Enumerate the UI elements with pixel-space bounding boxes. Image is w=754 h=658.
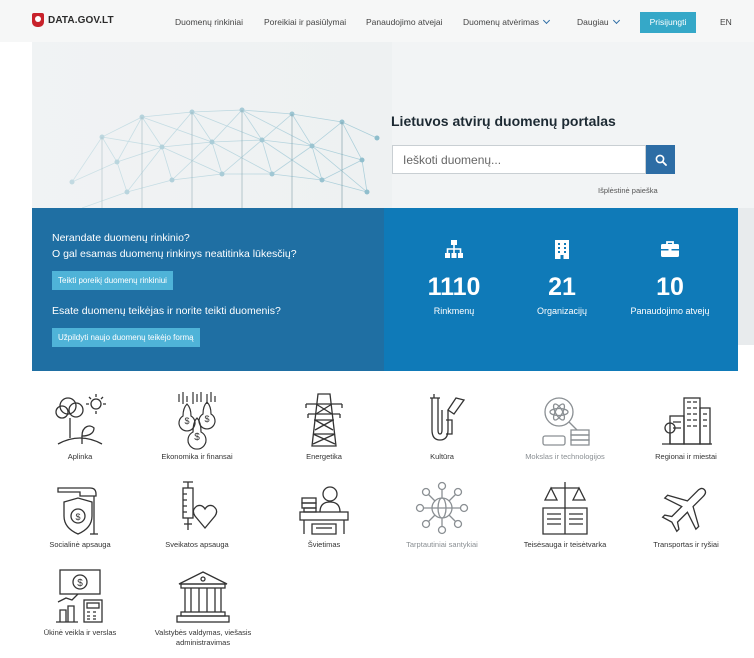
chevron-down-icon	[543, 16, 551, 25]
category-justice[interactable]: Teisėsauga ir teisėtvarka	[509, 478, 621, 550]
svg-text:$: $	[194, 432, 200, 443]
globe-network-icon	[415, 481, 469, 535]
chevron-down-icon	[612, 16, 620, 25]
justice-icon	[542, 482, 588, 535]
category-transport[interactable]: Transportas ir ryšiai	[630, 478, 742, 550]
network-illustration	[32, 42, 392, 208]
submit-dataset-request-button[interactable]: Teikti poreikį duomenų rinkiniui	[52, 271, 173, 290]
stat-use-cases[interactable]: 10 Panaudojimo atvejų	[622, 238, 718, 318]
language-switch[interactable]: EN	[720, 17, 732, 27]
coat-of-arms-icon	[32, 13, 44, 27]
category-environment[interactable]: Aplinka	[24, 390, 136, 462]
stat-label: Panaudojimo atvejų	[630, 306, 710, 316]
advanced-search-link[interactable]: Išplėstinė paieška	[598, 186, 658, 195]
category-government[interactable]: Valstybės valdymas, viešasis administrav…	[147, 566, 259, 648]
stat-number: 21	[548, 273, 576, 301]
nav-link-opening-label: Duomenų atvėrimas	[463, 17, 540, 27]
business-icon: $	[56, 569, 103, 623]
search-button[interactable]	[646, 145, 675, 174]
category-education[interactable]: Švietimas	[268, 478, 380, 550]
top-navigation: DATA.GOV.LT Duomenų rinkiniai Poreikiai …	[0, 0, 754, 42]
category-culture[interactable]: Kultūra	[386, 390, 498, 462]
category-label: Regionai ir miestai	[655, 452, 717, 461]
site-logo[interactable]: DATA.GOV.LT	[32, 13, 114, 27]
category-label: Transportas ir ryšiai	[653, 540, 719, 549]
provider-question: Esate duomenų teikėjas ir norite teikti …	[52, 305, 281, 317]
category-label: Aplinka	[67, 452, 93, 461]
svg-text:$: $	[204, 414, 209, 424]
health-icon	[182, 481, 218, 530]
airplane-icon	[661, 487, 707, 533]
trombone-icon	[430, 394, 466, 441]
category-energy[interactable]: Energetika	[268, 390, 380, 462]
finance-icon: $ $ $	[178, 392, 216, 450]
stat-number: 10	[656, 273, 684, 301]
stat-datasets[interactable]: 1110 Rinkmenų	[406, 238, 502, 318]
svg-text:$: $	[77, 578, 83, 589]
page-title: Lietuvos atvirų duomenų portalas	[391, 113, 616, 129]
power-tower-icon	[305, 393, 343, 447]
category-label: Ekonomika ir finansai	[161, 452, 233, 461]
nav-link-opening[interactable]: Duomenų atvėrimas	[463, 16, 551, 27]
environment-icon	[55, 394, 106, 445]
category-social[interactable]: $ Socialinė apsauga	[24, 478, 136, 550]
nav-link-more[interactable]: Daugiau	[577, 16, 620, 27]
svg-text:$: $	[184, 416, 189, 426]
category-label: Energetika	[306, 452, 342, 461]
category-business[interactable]: $ Ūkinė veikla ir verslas	[24, 566, 136, 638]
category-label: Švietimas	[307, 540, 341, 549]
city-icon	[662, 397, 712, 445]
panel-edge	[738, 208, 754, 345]
science-icon	[542, 397, 590, 446]
nav-link-more-label: Daugiau	[577, 17, 609, 27]
category-label: Ūkinė veikla ir verslas	[43, 628, 117, 637]
search-input[interactable]	[392, 145, 646, 174]
category-science[interactable]: Mokslas ir technologijos	[509, 390, 621, 462]
category-health[interactable]: Sveikatos apsauga	[141, 478, 253, 550]
nav-link-datasets[interactable]: Duomenų rinkiniai	[175, 17, 243, 27]
request-question: Nerandate duomenų rinkinio?	[52, 232, 190, 244]
social-protection-icon: $	[57, 487, 98, 535]
category-label: Tarptautiniai santykiai	[406, 540, 478, 549]
nav-link-usecases[interactable]: Panaudojimo atvejai	[366, 17, 443, 27]
category-label: Teisėsauga ir teisėtvarka	[523, 540, 607, 549]
search-icon	[655, 154, 667, 166]
category-label: Valstybės valdymas, viešasis administrav…	[154, 628, 252, 647]
logo-text: DATA.GOV.LT	[48, 14, 114, 26]
category-label: Sveikatos apsauga	[165, 540, 229, 549]
category-international[interactable]: Tarptautiniai santykiai	[386, 478, 498, 550]
briefcase-icon	[661, 241, 679, 257]
building-icon	[555, 240, 569, 259]
request-question-secondary: O gal esamas duomenų rinkinys neatitinka…	[52, 248, 297, 260]
category-economy[interactable]: $ $ $ Ekonomika ir finansai	[141, 390, 253, 462]
provider-form-button[interactable]: Užpildyti naujo duomenų teikėjo formą	[52, 328, 200, 347]
category-regions[interactable]: Regionai ir miestai	[630, 390, 742, 462]
stat-label: Rinkmenų	[433, 306, 475, 316]
education-icon	[299, 486, 349, 535]
stat-label: Organizacijų	[536, 306, 588, 316]
svg-text:$: $	[75, 512, 80, 522]
category-label: Socialinė apsauga	[49, 540, 111, 549]
login-button[interactable]: Prisijungti	[640, 12, 696, 33]
category-label: Kultūra	[430, 452, 454, 461]
government-icon	[176, 571, 230, 623]
category-label: Mokslas ir technologijos	[525, 452, 605, 461]
stat-number: 1110	[427, 273, 481, 301]
nav-link-requests[interactable]: Poreikiai ir pasiūlymai	[264, 17, 346, 27]
sitemap-icon	[445, 240, 463, 258]
stat-organizations[interactable]: 21 Organizacijų	[514, 238, 610, 318]
